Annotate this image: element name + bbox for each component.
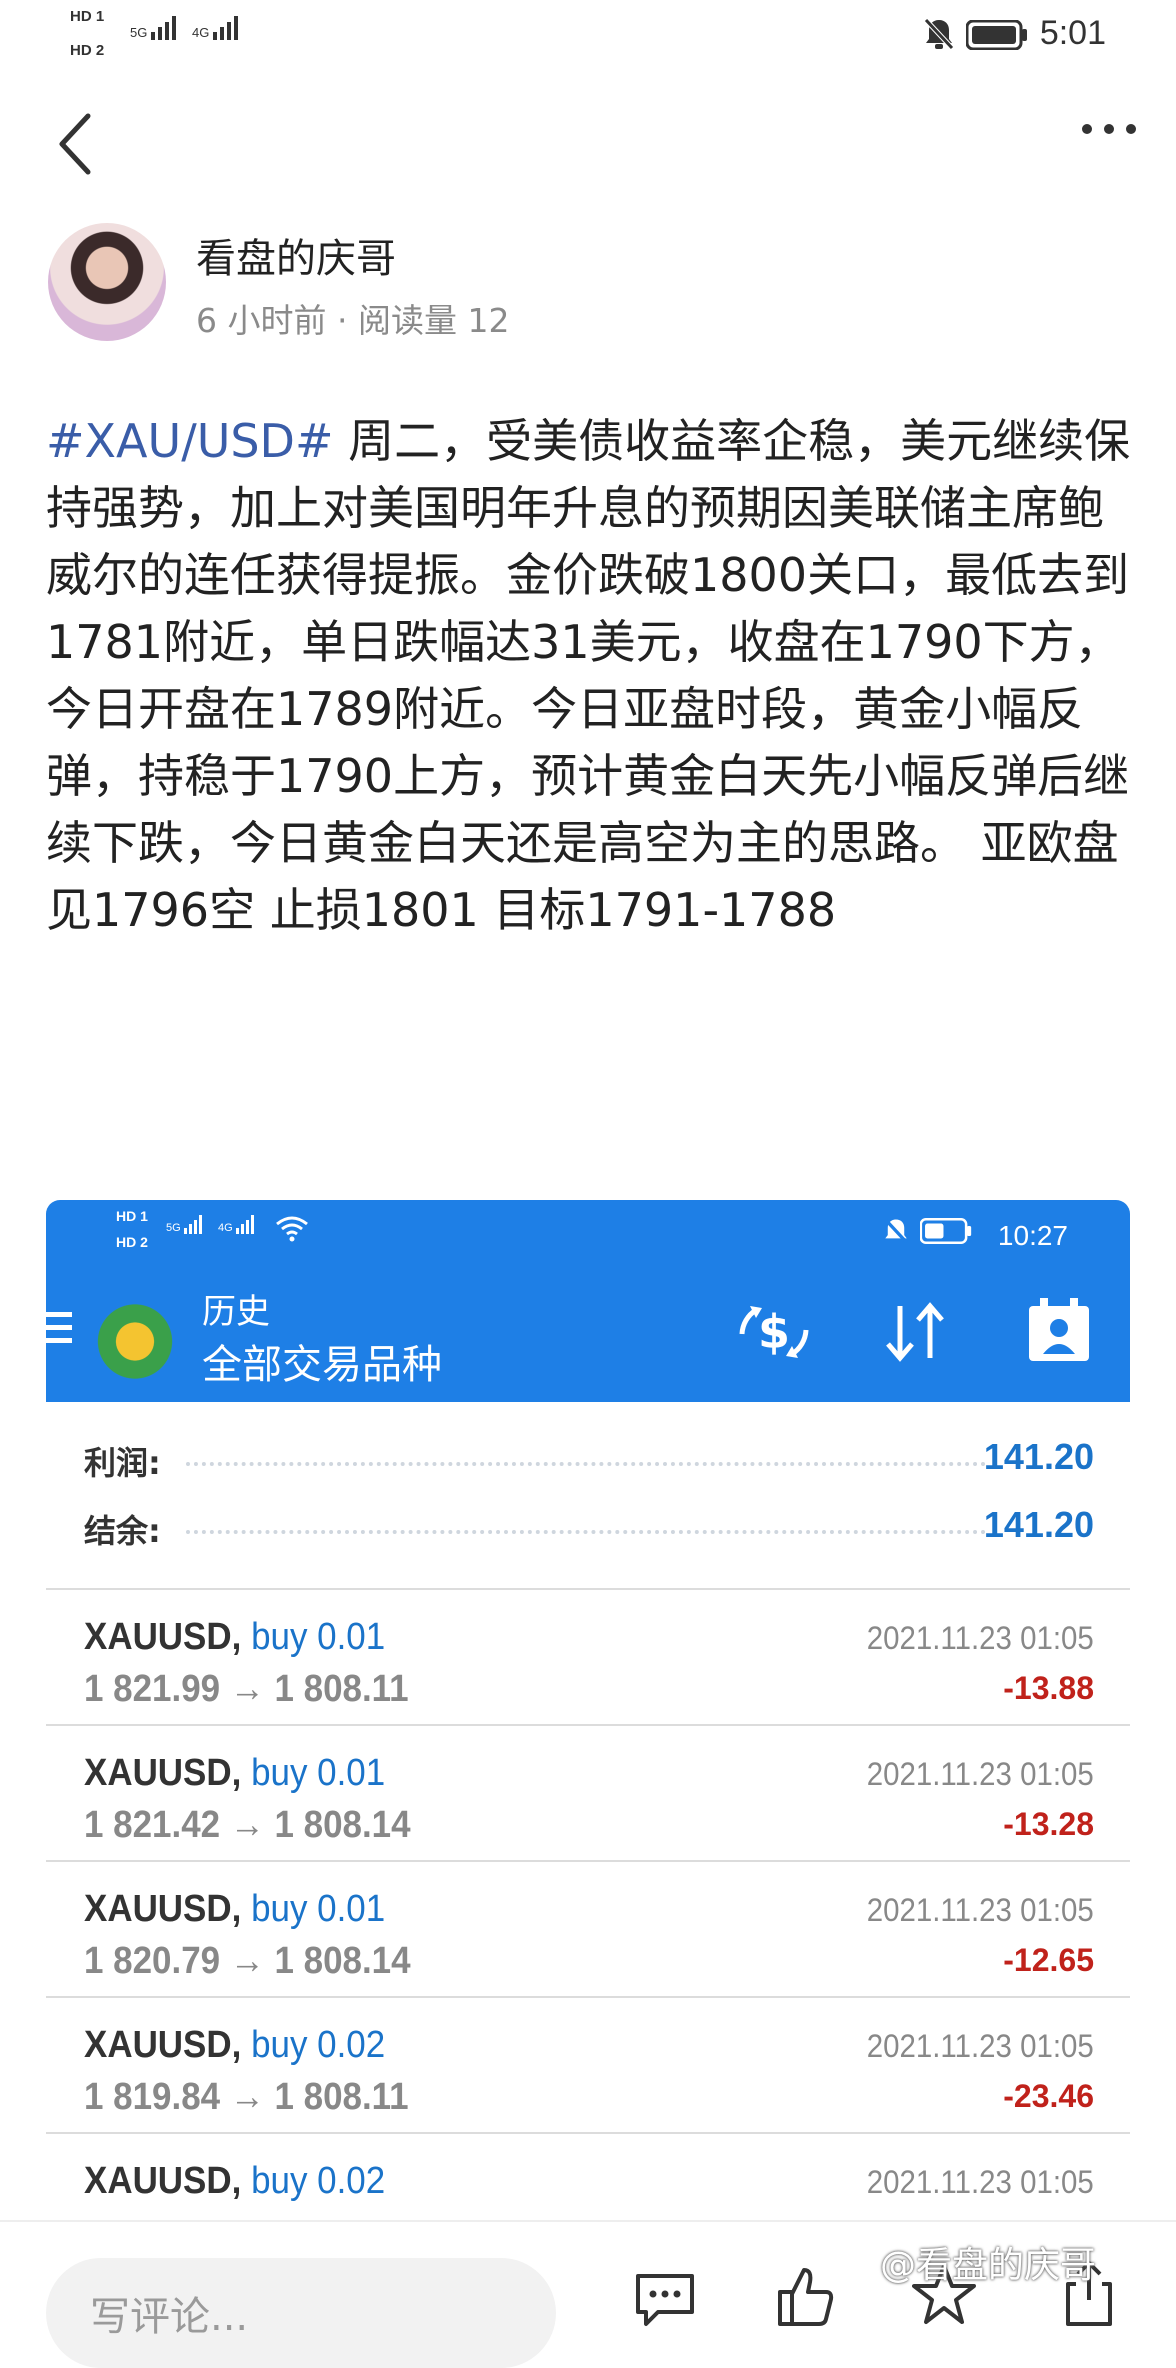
comment-icon[interactable] [632,2270,698,2330]
mt-signal-2-icon: 4G [218,1214,254,1234]
trade-profit: -13.88 [1003,1670,1094,1706]
svg-text:$: $ [758,1305,790,1359]
mt-subtitle[interactable]: 全部交易品种 [202,1332,442,1390]
back-arrow-icon[interactable] [56,112,96,176]
mt-bell-muted-icon [884,1218,908,1244]
trade-side: buy 0.02 [251,2024,386,2066]
clock: 5:01 [1039,14,1106,52]
trade-prices: 1 820.79 → 1 808.14 [84,1940,411,1982]
mt-wifi-icon [276,1216,308,1242]
mt-hd1: HD 1 [116,1208,148,1224]
author-name[interactable]: 看盘的庆哥 [196,226,396,284]
mt-battery-icon [920,1218,972,1244]
more-options-icon[interactable] [1082,124,1136,134]
battery-icon [966,20,1027,50]
trade-symbol: XAUUSD, [84,1616,242,1658]
profit-value: 141.20 [983,1436,1094,1477]
post-body: #XAU/USD# 周二，受美债收益率企稳，美元继续保持强势，加上对美国明年升息… [46,408,1136,944]
trade-side: buy 0.02 [251,2160,386,2202]
trade-symbol: XAUUSD, [84,1752,242,1794]
sort-icon[interactable] [880,1300,950,1364]
trade-symbol: XAUUSD, [84,2024,242,2066]
trade-side: buy 0.01 [251,1616,386,1658]
trade-datetime: 2021.11.23 01:05 [866,1756,1094,1792]
trade-prices: 1 819.84 → 1 808.11 [84,2076,409,2118]
embedded-screenshot[interactable]: HD 1 HD 2 5G 4G 10:27 历史 全部交易品种 $ 利润: 14… [46,1200,1130,2220]
dotted-leader [186,1462,986,1466]
trade-profit: -23.46 [1003,2078,1094,2114]
signal-2-icon: 4G [192,14,239,40]
mt-clock: 10:27 [997,1220,1068,1251]
comment-placeholder: 写评论... [90,2294,249,2340]
divider [46,1588,1130,1590]
trade-symbol: XAUUSD, [84,1888,242,1930]
balance-value: 141.20 [983,1504,1094,1545]
balance-label: 结余: [84,1512,161,1550]
currency-exchange-icon[interactable]: $ [736,1300,812,1364]
dotted-leader [186,1530,986,1534]
metatrader-logo-icon [90,1292,180,1382]
trade-datetime: 2021.11.23 01:05 [866,1892,1094,1928]
trade-datetime: 2021.11.23 01:05 [866,2028,1094,2064]
divider [46,1996,1130,1998]
hamburger-menu-icon[interactable] [46,1312,72,1343]
hashtag-link[interactable]: #XAU/USD# [46,414,334,468]
mt-title: 历史 [202,1292,270,1332]
trade-symbol: XAUUSD, [84,2160,242,2202]
bell-muted-icon [924,18,954,50]
status-bar: HD 1 HD 2 5G 4G 5:01 [0,0,1176,72]
trade-datetime: 2021.11.23 01:05 [866,1620,1094,1656]
like-thumb-icon[interactable] [774,2264,834,2328]
mt-toolbar: HD 1 HD 2 5G 4G 10:27 历史 全部交易品种 $ [46,1200,1130,1402]
divider [46,1724,1130,1726]
post-text: 周二，受美债收益率企稳，美元继续保持强势，加上对美国明年升息的预期因美联储主席鲍… [46,414,1131,937]
trade-side: buy 0.01 [251,1888,386,1930]
hd2-indicator: HD 2 [70,42,105,59]
hd1-indicator: HD 1 [70,8,105,25]
divider [46,1860,1130,1862]
mt-hd2: HD 2 [116,1234,148,1250]
comment-input[interactable]: 写评论... [46,2258,556,2368]
trade-prices: 1 821.42 → 1 808.14 [84,1804,411,1846]
trade-prices: 1 821.99 → 1 808.11 [84,1668,409,1710]
profit-label: 利润: [84,1444,161,1482]
trade-side: buy 0.01 [251,1752,386,1794]
avatar[interactable] [48,223,166,341]
post-meta: 6 小时前 · 阅读量 12 [196,301,510,340]
mt-signal-1-icon: 5G [166,1214,202,1234]
divider [46,2132,1130,2134]
signal-1-icon: 5G [130,14,177,40]
trade-profit: -12.65 [1003,1942,1094,1978]
calendar-person-icon[interactable] [1026,1296,1092,1364]
trade-row[interactable]: XAUUSD, buy 0.02 2021.11.23 01:05 [46,2152,1130,2220]
trade-datetime: 2021.11.23 01:05 [866,2164,1094,2200]
trade-profit: -13.28 [1003,1806,1094,1842]
watermark: @看盘的庆哥 [880,2245,1097,2286]
